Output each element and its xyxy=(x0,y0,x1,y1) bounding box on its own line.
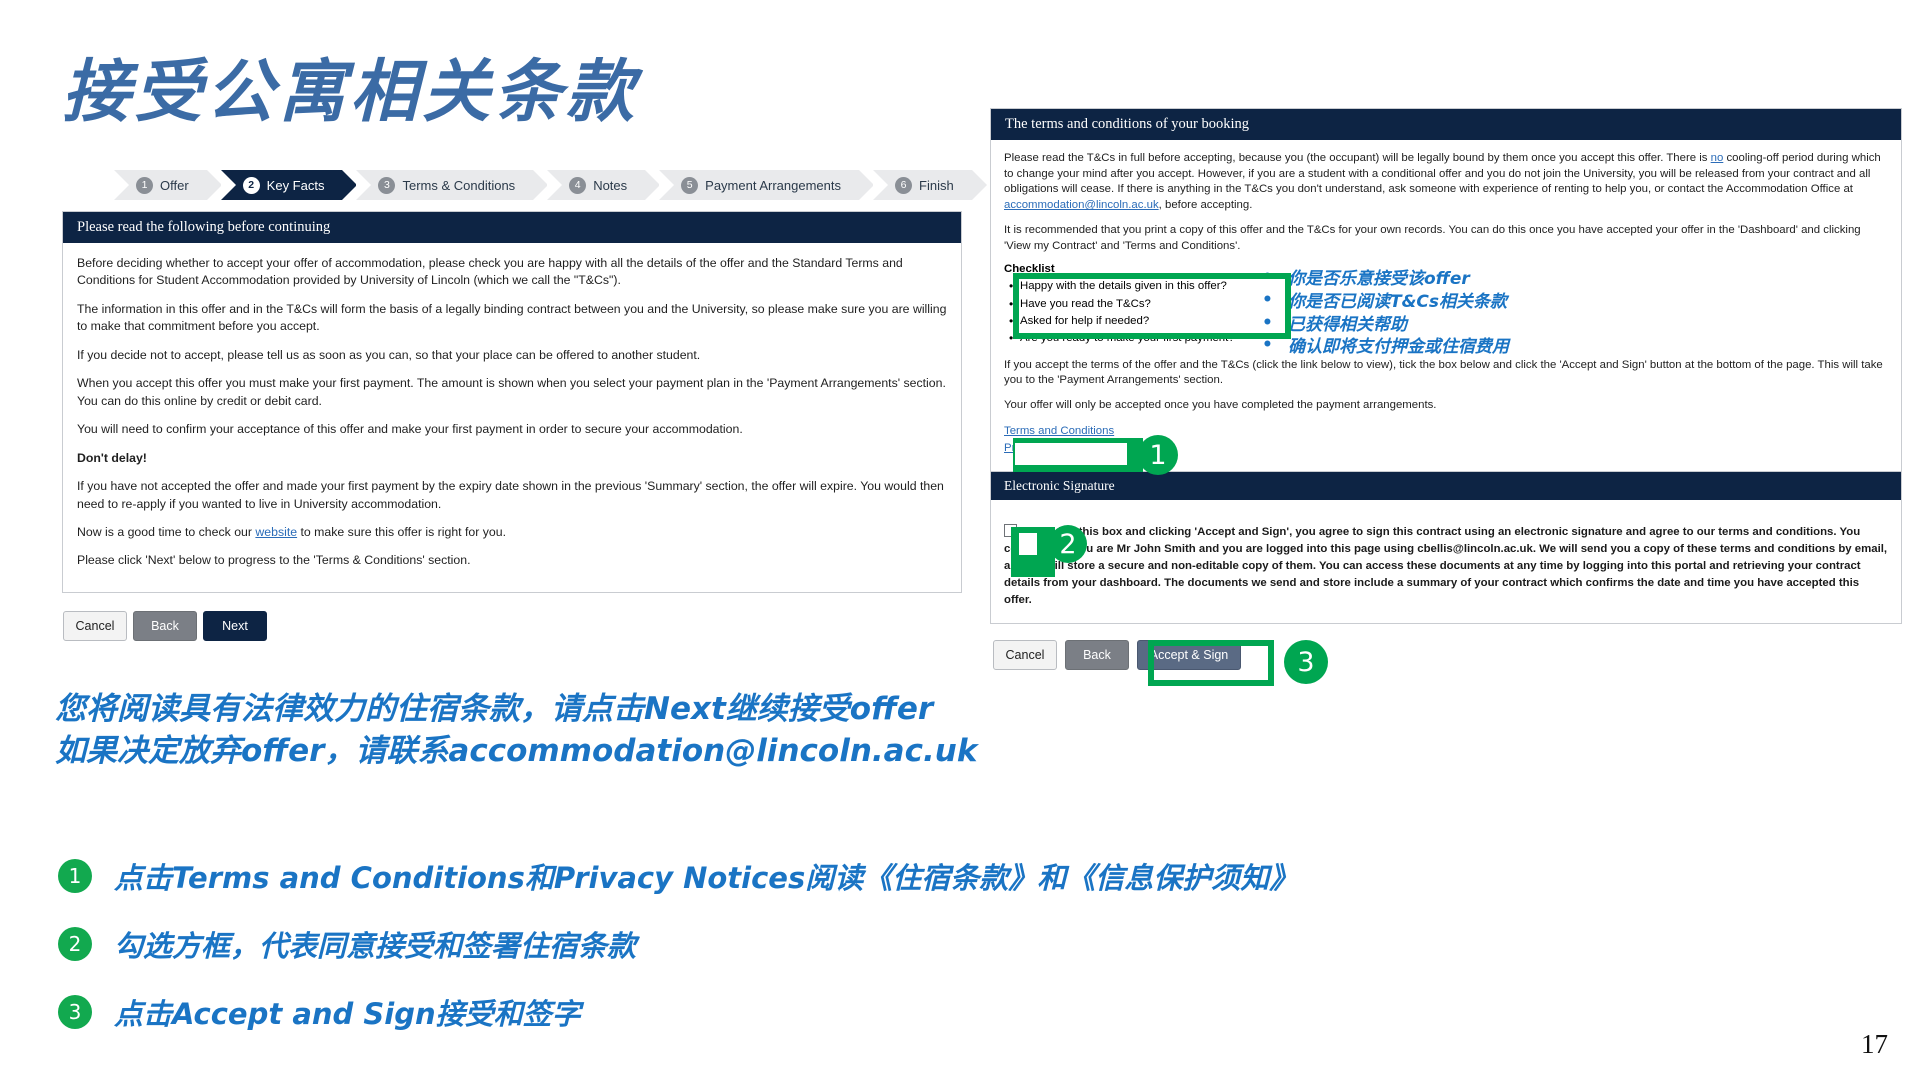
electronic-signature-title: Electronic Signature xyxy=(990,472,1902,501)
paragraph-binding-contract: The information in this offer and in the… xyxy=(77,301,947,334)
step-breadcrumb: 1 Offer 2 Key Facts 3 Terms & Conditions… xyxy=(114,170,987,200)
step-notes[interactable]: 4 Notes xyxy=(547,170,661,200)
note-chinese: 您将阅读具有法律效力的住宿条款，请点击Next继续接受offer 如果决定放弃o… xyxy=(55,688,977,772)
instruction-list: 1 点击Terms and Conditions和Privacy Notices… xyxy=(58,855,1298,1059)
step-label: Notes xyxy=(593,177,628,193)
instruction-number: 2 xyxy=(58,927,92,961)
checklist-cn-item: 你是否已阅读T&Cs相关条款 xyxy=(1262,289,1509,314)
next-button[interactable]: Next xyxy=(203,610,267,641)
callout-badge-3: 3 xyxy=(1284,640,1328,684)
text-segment: , before accepting. xyxy=(1158,199,1253,212)
highlight-box-links-inner xyxy=(1015,443,1127,465)
paragraph-first-payment: When you accept this offer you must make… xyxy=(77,376,946,408)
page-title: 接受公寓相关条款 xyxy=(62,53,639,132)
website-text-after: to make sure this offer is right for you… xyxy=(297,524,507,539)
step-label: Payment Arrangements xyxy=(705,177,842,193)
step-terms-conditions[interactable]: 3 Terms & Conditions xyxy=(356,170,548,200)
highlight-box-checkbox-inner xyxy=(1019,533,1037,555)
checklist-cn-item: 你是否乐意接受该offer xyxy=(1262,266,1509,291)
text-segment: Please read the T&Cs in full before acce… xyxy=(1004,152,1711,164)
step-finish[interactable]: 6 Finish xyxy=(873,170,987,200)
esig-consent-label: By ticking this box and clicking 'Accept… xyxy=(1004,526,1888,606)
back-button[interactable]: Back xyxy=(1065,639,1129,670)
paragraph-payment-note: Your offer will only be accepted once yo… xyxy=(1004,399,1437,412)
paragraph-decline: If you decide not to accept, please tell… xyxy=(77,347,701,362)
page-number: 17 xyxy=(1861,1029,1888,1059)
checklist-translation-cn: 你是否乐意接受该offer 你是否已阅读T&Cs相关条款 已获得相关帮助 确认即… xyxy=(1262,266,1509,359)
accommodation-email-link[interactable]: accommodation@lincoln.ac.uk xyxy=(1004,199,1159,211)
step-number: 1 xyxy=(136,176,153,194)
instruction-text: 点击Accept and Sign接受和签字 xyxy=(114,997,581,1031)
step-offer[interactable]: 1 Offer xyxy=(114,170,222,200)
website-text-before: Now is a good time to check our xyxy=(77,524,256,539)
instruction-text: 勾选方框，代表同意接受和签署住宿条款 xyxy=(114,929,637,963)
electronic-signature-body: By ticking this box and clicking 'Accept… xyxy=(990,500,1902,624)
step-number: 6 xyxy=(895,176,913,194)
instruction-item: 2 勾选方框，代表同意接受和签署住宿条款 xyxy=(58,923,1298,965)
step-label: Offer xyxy=(160,177,189,193)
callout-badge-2: 2 xyxy=(1049,525,1087,563)
callout-badge-1: 1 xyxy=(1138,435,1178,475)
step-label: Terms & Conditions xyxy=(402,177,516,193)
highlight-box-checklist xyxy=(1013,273,1291,339)
step-label: Key Facts xyxy=(266,177,325,193)
dont-delay-heading: Don't delay! xyxy=(77,450,147,465)
back-button[interactable]: Back xyxy=(133,610,197,641)
slide-page: 接受公寓相关条款 1 Offer 2 Key Facts 3 Terms & C… xyxy=(0,0,1920,1080)
paragraph-read-tcs: Please read the T&Cs in full before acce… xyxy=(1004,151,1888,214)
paragraph-print-copy: It is recommended that you print a copy … xyxy=(1004,223,1861,252)
checklist-cn-item: 已获得相关帮助 xyxy=(1262,312,1509,337)
no-link[interactable]: no xyxy=(1711,152,1724,164)
cancel-button[interactable]: Cancel xyxy=(993,639,1057,670)
panel-body: Before deciding whether to accept your o… xyxy=(63,243,961,592)
paragraph-accept-instructions: If you accept the terms of the offer and… xyxy=(1004,358,1883,387)
left-button-row: Cancel Back Next xyxy=(63,610,962,641)
panel-title: The terms and conditions of your booking xyxy=(991,109,1901,140)
step-payment-arrangements[interactable]: 5 Payment Arrangements xyxy=(659,170,874,200)
step-number: 4 xyxy=(569,176,587,194)
step-number: 3 xyxy=(378,176,396,194)
note-line-2: 如果决定放弃offer，请联系accommodation@lincoln.ac.… xyxy=(55,733,978,770)
paragraph-offer-check: Before deciding whether to accept your o… xyxy=(77,256,903,288)
esig-consent-text: By ticking this box and clicking 'Accept… xyxy=(1004,524,1888,608)
step-key-facts[interactable]: 2 Key Facts xyxy=(220,170,358,200)
paragraph-website: Now is a good time to check our website … xyxy=(77,524,947,541)
instruction-item: 3 点击Accept and Sign接受和签字 xyxy=(58,991,1298,1033)
cancel-button[interactable]: Cancel xyxy=(63,610,127,641)
step-label: Finish xyxy=(919,177,954,193)
note-line-1: 您将阅读具有法律效力的住宿条款，请点击Next继续接受offer xyxy=(55,691,934,727)
paragraph-expiry: If you have not accepted the offer and m… xyxy=(77,479,944,511)
instruction-number: 1 xyxy=(58,859,92,893)
instruction-item: 1 点击Terms and Conditions和Privacy Notices… xyxy=(58,855,1298,897)
checklist-cn-item: 确认即将支付押金或住宿费用 xyxy=(1262,334,1509,359)
paragraph-click-next: Please click 'Next' below to progress to… xyxy=(77,553,471,568)
right-button-row: Cancel Back Accept & Sign xyxy=(993,639,1902,670)
step-number: 2 xyxy=(242,176,260,194)
right-screenshot: The terms and conditions of your booking… xyxy=(990,108,1902,670)
website-link[interactable]: website xyxy=(255,525,297,539)
key-facts-panel: Please read the following before continu… xyxy=(62,211,962,593)
panel-title: Please read the following before continu… xyxy=(63,212,961,243)
highlight-box-accept-sign xyxy=(1148,640,1274,686)
instruction-number: 3 xyxy=(58,995,92,1029)
instruction-text: 点击Terms and Conditions和Privacy Notices阅读… xyxy=(114,861,1299,895)
paragraph-secure-accommodation: You will need to confirm your acceptance… xyxy=(77,422,743,437)
left-screenshot: 1 Offer 2 Key Facts 3 Terms & Conditions… xyxy=(62,170,987,641)
step-number: 5 xyxy=(681,176,699,194)
